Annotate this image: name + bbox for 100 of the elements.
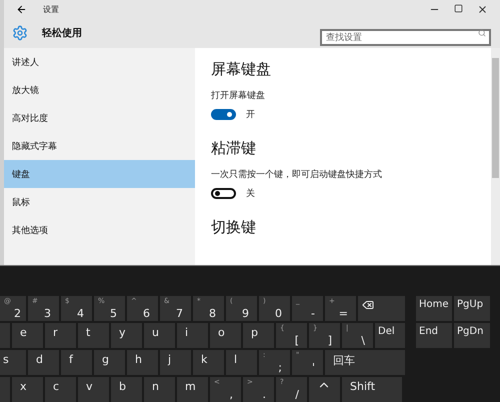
search-field[interactable]: 查找设置 [320,29,491,46]
maximize-button[interactable] [454,4,463,12]
toggle-state: 关 [246,188,255,200]
key-label: ; [278,361,282,374]
keyboard-key[interactable]: PgUp [454,296,490,321]
key-label: e [20,326,27,339]
key-label: \ [361,334,365,347]
keyboard-key[interactable]: 回车 [325,350,405,375]
window-title: 设置 [43,4,60,14]
section-heading: 切换键 [211,218,257,237]
key-label: End [419,326,438,337]
scrollbar[interactable] [491,48,500,266]
keyboard-key[interactable]: f [61,350,92,375]
key-label: v [86,380,93,393]
keyboard-key[interactable]: End [416,323,452,348]
setting-description: 打开屏幕键盘 [211,90,266,102]
key-label: p [251,326,258,339]
section-heading: 粘滞键 [211,139,257,158]
keyboard-key[interactable]: PgDn [454,323,490,348]
keyboard-key[interactable]: c [45,377,76,402]
keyboard-key[interactable]: Home [416,296,452,321]
keyboard-key[interactable]: n [144,377,175,402]
key-label: = [338,307,348,320]
key-label: f [69,353,73,366]
key-label: 8 [209,307,216,320]
key-label: PgUp [457,299,484,310]
key-label: 3 [44,307,51,320]
key-label: s [3,353,9,366]
section-heading: 屏幕键盘 [211,60,272,79]
key-label: ' [312,361,315,374]
key-label: Home [419,299,449,310]
keyboard-key[interactable]: t [78,323,109,348]
sidebar-item[interactable]: 讲述人 [4,48,195,76]
key-label: . [262,388,266,401]
key-label: n [152,380,159,393]
page-title: 轻松使用 [42,26,83,40]
search-icon [478,29,486,37]
toggle-state: 开 [246,109,255,121]
key-label: , [230,388,233,401]
key-label: k [201,353,208,366]
key-label: 5 [110,307,117,320]
key-label: [ [294,334,299,347]
key-label: 9 [242,307,249,320]
keyboard-key[interactable]: b [111,377,142,402]
keyboard-key[interactable]: j [160,350,191,375]
sidebar-item[interactable]: 键盘 [4,160,195,188]
key-label: x [20,380,27,393]
keyboard-key[interactable]: v [78,377,109,402]
keyboard-key[interactable]: p [243,323,274,348]
keyboard-key[interactable]: r [45,323,76,348]
key-label: g [102,353,109,366]
backspace-icon [362,299,374,311]
keyboard-key[interactable]: Del [375,323,405,348]
keyboard-key[interactable]: i [177,323,208,348]
keyboard-key[interactable]: s [0,350,26,375]
key-label: y [119,326,126,339]
toggle-switch[interactable] [211,188,236,199]
setting-description: 一次只需按一个键，即可启动键盘快捷方式 [211,168,383,181]
key-label: r [53,326,58,339]
keyboard-key[interactable]: Shift [342,377,402,402]
key-label: ] [328,334,332,347]
key-label: / [295,388,299,401]
key-label: l [234,353,238,366]
keyboard-key[interactable]: u [144,323,175,348]
key-label: - [311,307,315,320]
key-label: h [135,353,142,366]
sidebar-item[interactable]: 隐藏式字幕 [4,132,195,160]
sidebar-item[interactable]: 其他选项 [4,216,195,244]
keyboard-key[interactable]: x [12,377,43,402]
sidebar-item[interactable]: 高对比度 [4,104,195,132]
sidebar-item[interactable]: 放大镜 [4,76,195,104]
backspace-key[interactable] [358,296,405,321]
keyboard-key[interactable]: l [226,350,257,375]
keyboard-key[interactable]: e [12,323,43,348]
keyboard-key[interactable]: k [193,350,224,375]
back-button[interactable] [16,4,27,14]
key-label: Del [378,326,395,337]
keyboard-key[interactable]: m [177,377,208,402]
sidebar-item[interactable]: 鼠标 [4,188,195,216]
key-label: m [185,380,196,393]
key-label: t [86,326,90,339]
key-label: b [119,380,126,393]
keyboard-key[interactable]: g [94,350,125,375]
key-label: i [185,326,188,339]
key-label: 6 [143,307,150,320]
key-label: 7 [176,307,183,320]
close-button[interactable] [477,4,488,14]
key-label: o [218,326,225,339]
key-label: j [168,353,172,366]
key-label: PgDn [457,326,484,337]
key-label: 回车 [333,353,355,368]
settings-icon [12,25,28,41]
key-label: 2 [14,307,21,320]
keyboard-key[interactable]: h [127,350,158,375]
key-label: u [152,326,159,339]
keyboard-key[interactable]: o [210,323,241,348]
toggle-switch[interactable] [211,109,236,120]
key-label: d [36,353,43,366]
keyboard-key[interactable]: y [111,323,142,348]
keyboard-key[interactable]: d [28,350,59,375]
